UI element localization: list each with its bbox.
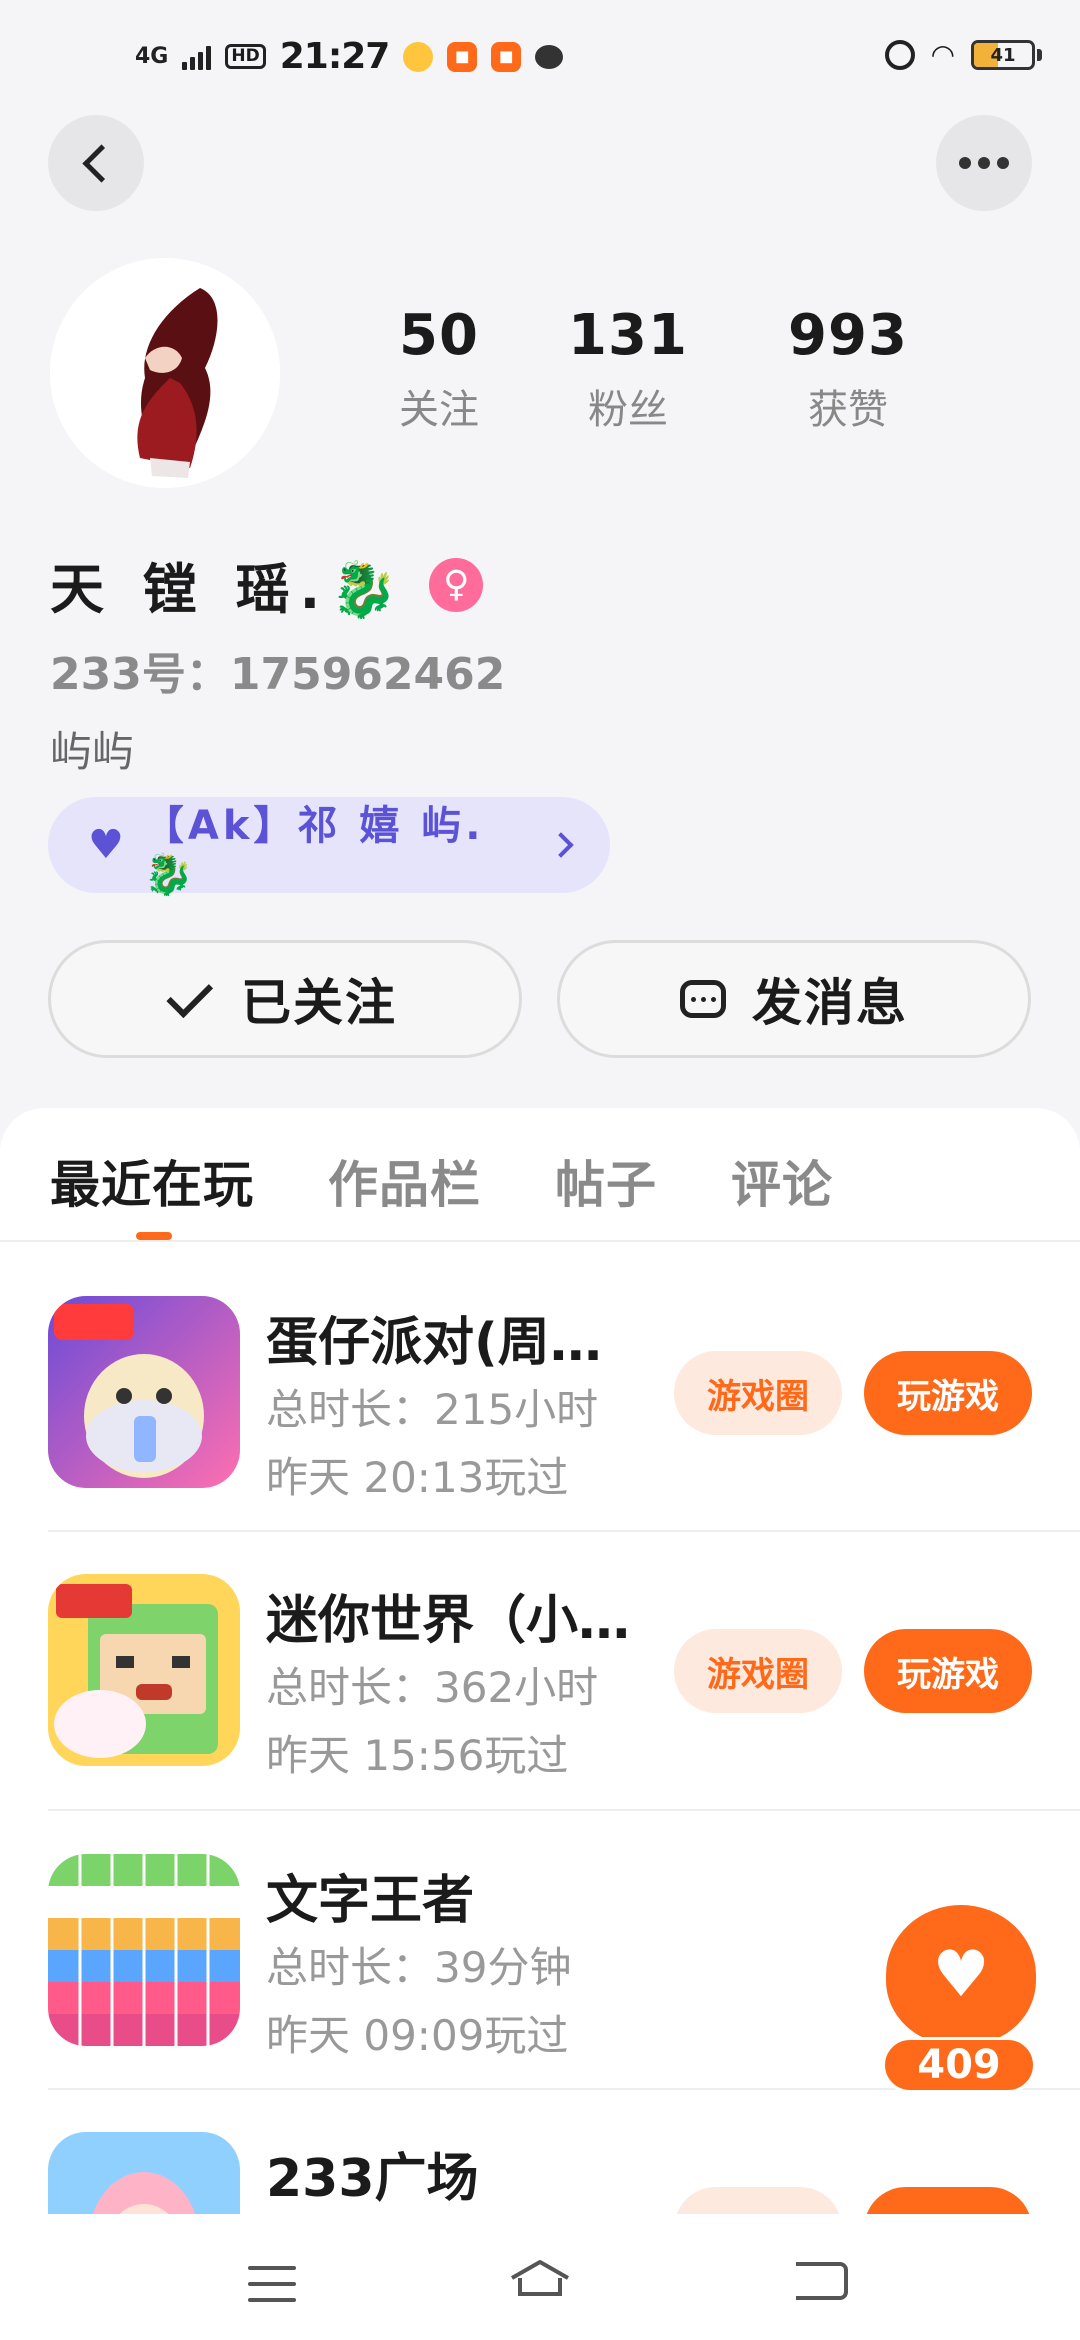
more-dots-icon <box>959 157 1009 169</box>
game-circle-button[interactable]: 游戏圈 <box>674 1351 842 1435</box>
notification-app-icon: ◼ <box>447 41 478 72</box>
stat-value: 131 <box>568 303 688 368</box>
female-icon: ♀ <box>429 557 484 612</box>
stat-label: 获赞 <box>808 386 888 433</box>
active-tab-indicator <box>136 1232 172 1240</box>
stat-followers[interactable]: 131 粉丝 <box>518 305 738 435</box>
game-duration: 总时长：362小时 <box>266 1663 599 1712</box>
avatar-image <box>50 258 280 488</box>
game-last-played: 昨天 20:13玩过 <box>266 1453 569 1502</box>
chevron-right-icon <box>548 832 574 858</box>
chat-notification-icon <box>535 44 564 69</box>
guild-name: 【Ak】祁 嬉 屿.🐉 <box>143 802 485 898</box>
game-row[interactable]: 迷你世界（小… 总时长：362小时 昨天 15:56玩过 游戏圈 玩游戏 <box>48 1574 1080 1780</box>
alarm-icon <box>884 40 915 70</box>
game-icon-233-plaza <box>48 2132 240 2214</box>
like-bubble: ♥ <box>886 1905 1036 2045</box>
game-title: 迷你世界（小… <box>266 1591 631 1651</box>
stat-label: 粉丝 <box>588 386 668 433</box>
profile-tabs: 最近在玩 作品栏 帖子 评论 <box>50 1145 833 1217</box>
stat-value: 50 <box>399 303 479 368</box>
game-circle-button[interactable]: 游戏圈 <box>674 1629 842 1713</box>
stat-value: 993 <box>788 303 908 368</box>
tab-posts[interactable]: 帖子 <box>555 1145 657 1217</box>
play-game-button[interactable]: 玩游戏 <box>864 1629 1032 1713</box>
signal-icon <box>182 44 212 70</box>
game-title: 蛋仔派对(周… <box>266 1313 602 1373</box>
heart-icon: ♥ <box>88 822 124 868</box>
status-time: 21:27 <box>279 36 391 77</box>
like-count: 409 <box>882 2037 1036 2093</box>
back-button[interactable] <box>48 115 144 211</box>
status-bar: 4G HD 21:27 ◼ ◼ ◠ 41 <box>0 0 1080 120</box>
game-row[interactable]: 233广场 <box>48 2132 1080 2214</box>
play-game-button[interactable] <box>864 2187 1032 2214</box>
tab-recently-played[interactable]: 最近在玩 <box>50 1145 254 1217</box>
game-last-played: 昨天 15:56玩过 <box>266 1731 569 1780</box>
message-bubble-icon <box>680 980 726 1018</box>
user-id[interactable]: 233号：175962462 <box>50 638 505 702</box>
tab-works[interactable]: 作品栏 <box>328 1145 481 1217</box>
guild-badge[interactable]: ♥ 【Ak】祁 嬉 屿.🐉 <box>48 797 610 898</box>
game-title: 233广场 <box>266 2149 479 2209</box>
menu-icon[interactable] <box>248 2266 296 2314</box>
divider <box>48 1809 1080 1811</box>
game-duration: 总时长：215小时 <box>266 1385 599 1434</box>
floating-like-button[interactable]: ♥ 409 <box>882 1905 1036 2093</box>
chevron-left-icon <box>81 143 121 183</box>
heart-icon: ♥ <box>932 1938 990 2012</box>
more-options-button[interactable] <box>936 115 1032 211</box>
profile-name: 天 镗 瑶.🐉 <box>50 558 408 621</box>
network-indicator: 4G <box>135 43 169 69</box>
battery-icon: 41 <box>971 40 1035 70</box>
check-icon <box>166 971 214 1019</box>
avatar[interactable] <box>50 258 280 488</box>
divider <box>0 1240 1080 1242</box>
name-row: 天 镗 瑶.🐉 ♀ <box>50 545 484 624</box>
profile-stats: 50 关注 131 粉丝 993 获赞 <box>360 305 960 435</box>
profile-bio: 屿屿 <box>50 727 135 776</box>
stat-likes[interactable]: 993 获赞 <box>738 305 958 435</box>
stat-following[interactable]: 50 关注 <box>360 305 518 435</box>
tab-comments[interactable]: 评论 <box>731 1145 833 1217</box>
hd-badge: HD <box>225 44 266 69</box>
game-title: 文字王者 <box>266 1871 475 1931</box>
game-duration: 总时长：39分钟 <box>266 1943 572 1992</box>
stat-label: 关注 <box>399 386 479 433</box>
battery-level: 41 <box>990 44 1016 66</box>
notification-app-icon: ◼ <box>491 41 522 72</box>
notification-app-icon <box>403 41 434 72</box>
game-circle-button[interactable] <box>674 2187 842 2214</box>
back-nav-icon[interactable] <box>796 2262 848 2300</box>
game-icon-eggy-party <box>48 1296 240 1488</box>
divider <box>48 1530 1080 1532</box>
system-navigation-bar <box>0 2214 1080 2340</box>
game-icon-word-king <box>48 1854 240 2046</box>
followed-label: 已关注 <box>241 974 397 1032</box>
game-last-played: 昨天 09:09玩过 <box>266 2011 569 2060</box>
send-message-button[interactable]: 发消息 <box>557 940 1031 1058</box>
followed-button[interactable]: 已关注 <box>48 940 522 1058</box>
game-row[interactable]: 蛋仔派对(周… 总时长：215小时 昨天 20:13玩过 游戏圈 玩游戏 <box>48 1296 1080 1502</box>
play-game-button[interactable]: 玩游戏 <box>864 1351 1032 1435</box>
game-icon-mini-world <box>48 1574 240 1766</box>
wifi-icon: ◠ <box>930 38 955 71</box>
home-icon[interactable] <box>508 2258 572 2298</box>
send-message-label: 发消息 <box>752 974 908 1032</box>
